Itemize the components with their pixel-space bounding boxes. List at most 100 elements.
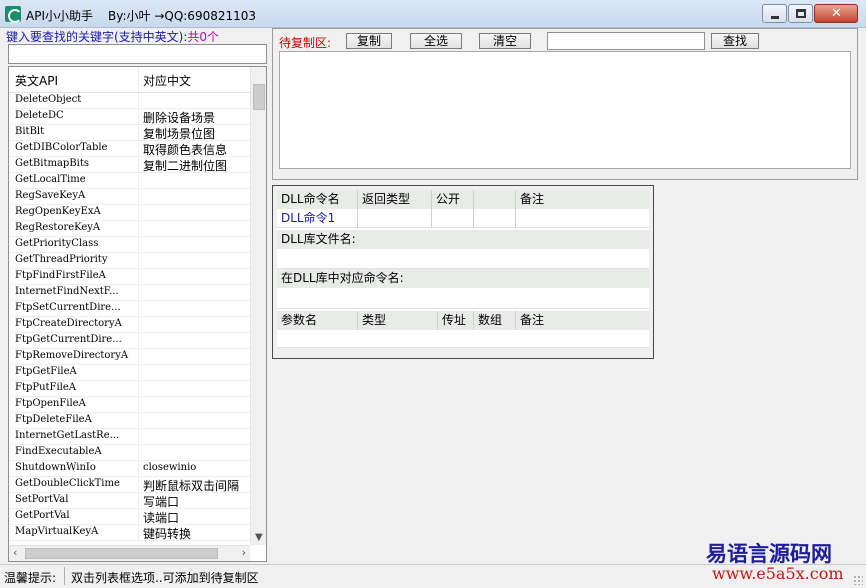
api-name: SetPortVal xyxy=(15,494,69,505)
list-item[interactable]: FtpDeleteFileA xyxy=(9,413,250,429)
list-item[interactable]: GetThreadPriority xyxy=(9,253,250,269)
scroll-right-icon[interactable]: › xyxy=(242,546,246,559)
find-input[interactable] xyxy=(547,32,705,50)
api-name: RegSaveKeyA xyxy=(15,190,86,201)
list-item[interactable]: FtpFindFirstFileA xyxy=(9,269,250,285)
api-name: FtpFindFirstFileA xyxy=(15,270,106,281)
maximize-icon xyxy=(796,9,806,18)
clipboard-textarea[interactable] xyxy=(279,51,851,169)
list-item[interactable]: BitBlt 复制场景位图 xyxy=(9,125,250,141)
api-chinese: 写端口 xyxy=(143,495,180,509)
dll-lib-label-row: DLL库文件名: xyxy=(277,230,649,249)
find-button[interactable]: 查找 xyxy=(711,33,759,49)
list-item[interactable]: SetPortVal 写端口 xyxy=(9,493,250,509)
list-item[interactable]: ShutdownWinIo closewinio xyxy=(9,461,250,477)
list-item[interactable]: GetDoubleClickTime 判断鼠标双击间隔 xyxy=(9,477,250,493)
status-label: 温馨提示: xyxy=(4,571,57,585)
close-icon: ✕ xyxy=(831,6,842,21)
api-name: FindExecutableA xyxy=(15,446,102,457)
maximize-button[interactable] xyxy=(788,4,813,23)
api-name: GetDIBColorTable xyxy=(15,142,108,153)
api-chinese: 键码转换 xyxy=(143,527,192,541)
watermark-url: www.e5a5x.com xyxy=(712,564,844,583)
api-list[interactable]: 英文API 对应中文 DeleteObject DeleteDC 删除设备场景 Bit… xyxy=(8,66,267,562)
param-header-name: 参数名 xyxy=(277,311,358,330)
list-item[interactable]: DeleteDC 删除设备场景 xyxy=(9,109,250,125)
app-icon xyxy=(5,6,22,23)
resize-grip-icon[interactable] xyxy=(853,575,863,585)
api-name: DeleteObject xyxy=(15,94,82,105)
list-item[interactable]: FtpPutFileA xyxy=(9,381,250,397)
api-chinese: 复制二进制位图 xyxy=(143,159,228,173)
vertical-scroll-thumb[interactable] xyxy=(253,84,265,110)
search-hint: 键入要查找的关键字(支持中英文):共0个 xyxy=(6,28,219,45)
list-header: 英文API 对应中文 xyxy=(9,67,250,93)
api-name: InternetFindNextF... xyxy=(15,286,119,297)
horizontal-scroll-thumb[interactable] xyxy=(25,548,218,559)
list-item[interactable]: GetPriorityClass xyxy=(9,237,250,253)
list-item[interactable]: DeleteObject xyxy=(9,93,250,109)
select-all-button[interactable]: 全选 xyxy=(410,33,462,49)
list-item[interactable]: FtpSetCurrentDire... xyxy=(9,301,250,317)
api-rows: DeleteObject DeleteDC 删除设备场景 BitBlt 复制场景位图 Ge… xyxy=(9,93,250,541)
list-item[interactable]: GetLocalTime xyxy=(9,173,250,189)
dll-command-return[interactable] xyxy=(358,209,432,228)
api-chinese: 复制场景位图 xyxy=(143,127,216,141)
list-item[interactable]: GetPortVal 读端口 xyxy=(9,509,250,525)
vertical-scrollbar[interactable]: ▼ xyxy=(250,67,266,545)
dll-entry-input[interactable] xyxy=(277,288,649,309)
api-name: FtpRemoveDirectoryA xyxy=(15,350,129,361)
api-name: FtpGetFileA xyxy=(15,366,77,377)
status-text: 双击列表框选项..可添加到待复制区 xyxy=(71,571,259,585)
column-header-api[interactable]: 英文API xyxy=(15,72,58,89)
list-item[interactable]: FtpRemoveDirectoryA xyxy=(9,349,250,365)
search-input[interactable] xyxy=(8,44,267,64)
dll-lib-input[interactable] xyxy=(277,249,649,269)
api-name: InternetGetLastRe... xyxy=(15,430,120,441)
param-empty-row[interactable] xyxy=(277,330,649,348)
list-item[interactable]: RegSaveKeyA xyxy=(9,189,250,205)
list-item[interactable]: FindExecutableA xyxy=(9,445,250,461)
list-item[interactable]: GetDIBColorTable 取得颜色表信息 xyxy=(9,141,250,157)
api-name: MapVirtualKeyA xyxy=(15,526,99,537)
api-chinese: closewinio xyxy=(143,462,197,473)
result-count: 共0个 xyxy=(187,30,220,44)
api-name: BitBlt xyxy=(15,126,45,137)
api-name: GetLocalTime xyxy=(15,174,86,185)
scroll-down-icon[interactable]: ▼ xyxy=(255,532,263,543)
api-name: FtpSetCurrentDire... xyxy=(15,302,121,313)
dll-header-name: DLL命令名 xyxy=(277,190,358,209)
minimize-icon xyxy=(771,16,779,19)
window-title: API小小助手 xyxy=(26,9,93,23)
copy-button[interactable]: 复制 xyxy=(346,33,392,49)
horizontal-scrollbar[interactable]: ‹ › xyxy=(9,545,250,561)
dll-command-blank[interactable] xyxy=(474,209,516,228)
dll-header-blank xyxy=(474,190,516,209)
dll-command-name[interactable]: DLL命令1 xyxy=(277,209,358,228)
list-item[interactable]: InternetGetLastRe... xyxy=(9,429,250,445)
clear-button[interactable]: 清空 xyxy=(479,33,531,49)
column-header-chinese[interactable]: 对应中文 xyxy=(143,72,191,89)
dll-command-public[interactable] xyxy=(432,209,474,228)
list-item[interactable]: InternetFindNextF... xyxy=(9,285,250,301)
api-name: GetPortVal xyxy=(15,510,70,521)
param-header-type: 类型 xyxy=(358,311,438,330)
dll-command-row[interactable]: DLL命令1 xyxy=(277,209,649,228)
list-item[interactable]: MapVirtualKeyA 键码转换 xyxy=(9,525,250,541)
close-button[interactable]: ✕ xyxy=(814,4,858,23)
api-chinese: 判断鼠标双击间隔 xyxy=(143,479,240,493)
dll-command-note[interactable] xyxy=(516,209,649,228)
list-item[interactable]: FtpOpenFileA xyxy=(9,397,250,413)
list-item[interactable]: RegOpenKeyExA xyxy=(9,205,250,221)
api-chinese: 读端口 xyxy=(143,511,180,525)
minimize-button[interactable] xyxy=(762,4,787,23)
list-item[interactable]: GetBitmapBits 复制二进制位图 xyxy=(9,157,250,173)
list-item[interactable]: FtpGetFileA xyxy=(9,365,250,381)
list-item[interactable]: FtpGetCurrentDire... xyxy=(9,333,250,349)
dll-header-return: 返回类型 xyxy=(358,190,432,209)
scroll-left-icon[interactable]: ‹ xyxy=(13,546,17,559)
list-item[interactable]: FtpCreateDirectoryA xyxy=(9,317,250,333)
api-chinese: 删除设备场景 xyxy=(143,111,216,125)
api-name: FtpGetCurrentDire... xyxy=(15,334,122,345)
list-item[interactable]: RegRestoreKeyA xyxy=(9,221,250,237)
